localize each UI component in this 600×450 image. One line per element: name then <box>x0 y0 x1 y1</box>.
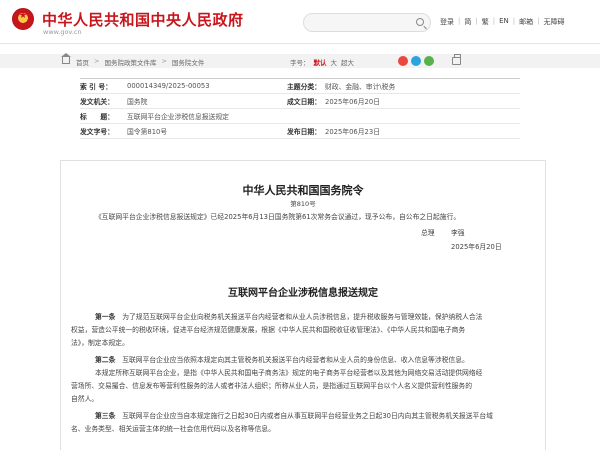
search-box[interactable] <box>303 13 431 32</box>
breadcrumb-policy-library[interactable]: 国务院政策文件库 <box>104 57 156 67</box>
font-size-label: 字号： <box>290 59 310 67</box>
article-3-line: 名、业务类型、相关运营主体的统一社会信用代码以及名称等信息。 <box>71 425 275 433</box>
article-2-line: 互联网平台企业应当依照本规定向其主管税务机关报送平台内经营者和从业人员的身份信息… <box>122 356 469 364</box>
article-3-head: 第三条 <box>95 412 116 420</box>
english-link[interactable]: EN <box>499 17 509 27</box>
accessibility-link[interactable]: 无障碍 <box>543 17 564 27</box>
divider: | <box>475 17 478 25</box>
wechat-share-icon[interactable] <box>424 56 434 66</box>
top-links: 登录 | 简 | 繁 | EN | 邮箱 | 无障碍 <box>440 17 564 27</box>
written-date-label: 成文日期： <box>287 98 321 106</box>
login-link[interactable]: 登录 <box>440 17 454 27</box>
article-2-para-2-line: 自然人。 <box>71 395 99 403</box>
signature-title: 总理 <box>421 229 435 237</box>
breadcrumb-bar: 首页 > 国务院政策文件库 > 国务院文件 字号： 默认 大 超大 <box>0 53 600 68</box>
site-url: www.gov.cn <box>43 28 82 36</box>
publish-date-label: 发布日期： <box>287 128 321 136</box>
meta-row: 发文机关： 国务院 成文日期： 2025年06月20日 <box>80 94 520 109</box>
divider: | <box>512 17 516 25</box>
national-emblem-icon <box>12 8 34 30</box>
signature-date: 2025年6月20日 <box>451 243 502 251</box>
signature-name: 李强 <box>450 229 465 237</box>
title-value: 互联网平台企业涉税信息报送规定 <box>127 113 229 121</box>
simplified-link[interactable]: 简 <box>464 17 471 27</box>
site-title[interactable]: 中华人民共和国中央人民政府 <box>42 9 244 30</box>
search-input[interactable] <box>310 17 410 29</box>
decree-text: 《互联网平台企业涉税信息报送规定》已经2025年6月13日国务院第61次常务会议… <box>95 213 461 221</box>
article-2-para-2-line: 营场所、交易撮合、信息发布等营利性服务的法人或者非法人组织；所称从业人员，是指通… <box>71 382 473 390</box>
qq-share-icon[interactable] <box>411 56 421 66</box>
breadcrumb-arrow-icon: > <box>161 57 167 65</box>
share-buttons <box>398 56 434 66</box>
traditional-link[interactable]: 繁 <box>482 17 489 27</box>
doc-number-value: 国令第810号 <box>127 128 168 136</box>
font-size-switcher: 字号： 默认 大 超大 <box>290 57 354 67</box>
article-1-line: 权益，营造公平统一的税收环境，促进平台经济规范健康发展，根据《中华人民共和国税收… <box>71 326 466 334</box>
issuer-value: 国务院 <box>127 98 148 106</box>
article-2-para-2: 本规定所称互联网平台企业，是指《中华人民共和国电子商务法》规定的电子商务平台经营… <box>71 367 539 406</box>
publish-date-value: 2025年06月23日 <box>325 128 380 136</box>
search-icon[interactable] <box>416 18 424 26</box>
article-1-head: 第一条 <box>95 313 116 321</box>
divider: | <box>492 17 496 25</box>
article-body: 中华人民共和国国务院令 第810号 《互联网平台企业涉税信息报送规定》已经202… <box>60 160 546 450</box>
article-3-line: 互联网平台企业应当自本规定施行之日起30日内或者自从事互联网平台经营业务之日起3… <box>122 412 493 420</box>
index-label: 索 引 号： <box>80 83 112 91</box>
article-2: 第二条 互联网平台企业应当依照本规定向其主管税务机关报送平台内经营者和从业人员的… <box>71 354 539 367</box>
home-icon[interactable] <box>61 53 71 64</box>
category-value: 财政、金融、审计\税务 <box>325 83 396 91</box>
meta-row: 标 题： 互联网平台企业涉税信息报送规定 <box>80 109 520 124</box>
breadcrumb-home[interactable]: 首页 <box>76 57 89 67</box>
font-size-default[interactable]: 默认 <box>314 57 327 67</box>
font-size-large[interactable]: 大 <box>331 57 338 67</box>
written-date-value: 2025年06月20日 <box>325 98 380 106</box>
title-label: 标 题： <box>80 113 114 121</box>
article-1: 第一条 为了规范互联网平台企业向税务机关报送平台内经营者和从业人员涉税信息，提升… <box>71 311 539 350</box>
divider: | <box>537 17 540 25</box>
article-3: 第三条 互联网平台企业应当自本规定施行之日起30日内或者自从事互联网平台经营业务… <box>71 410 539 436</box>
category-label: 主题分类： <box>287 83 321 91</box>
meta-row: 发文字号： 国令第810号 发布日期： 2025年06月23日 <box>80 124 520 139</box>
article-1-line: 为了规范互联网平台企业向税务机关报送平台内经营者和从业人员涉税信息，提升税收服务… <box>122 313 483 321</box>
document-metadata: 索 引 号： 000014349/2025-00053 主题分类： 财政、金融、… <box>80 78 520 139</box>
decree-number: 第810号 <box>290 200 316 208</box>
article-2-head: 第二条 <box>95 356 116 364</box>
print-icon[interactable] <box>452 54 461 65</box>
breadcrumb: 首页 > 国务院政策文件库 > 国务院文件 <box>76 57 204 67</box>
signature: 总理 李强 <box>421 227 465 237</box>
article-2-para-2-line: 本规定所称互联网平台企业，是指《中华人民共和国电子商务法》规定的电子商务平台经营… <box>95 369 483 377</box>
regulation-title: 互联网平台企业涉税信息报送规定 <box>228 288 378 299</box>
mailbox-link[interactable]: 邮箱 <box>519 17 533 27</box>
decree-heading: 中华人民共和国国务院令 <box>242 184 364 197</box>
meta-row: 索 引 号： 000014349/2025-00053 主题分类： 财政、金融、… <box>80 79 520 94</box>
site-header: 中华人民共和国中央人民政府 www.gov.cn 登录 | 简 | 繁 | EN… <box>0 0 600 44</box>
index-value: 000014349/2025-00053 <box>127 82 210 90</box>
doc-number-label: 发文字号： <box>80 128 114 136</box>
font-size-xlarge[interactable]: 超大 <box>341 57 354 67</box>
breadcrumb-state-council-docs[interactable]: 国务院文件 <box>172 57 205 67</box>
article-1-line: 法》，制定本规定。 <box>71 339 129 347</box>
breadcrumb-arrow-icon: > <box>94 57 100 65</box>
divider: | <box>458 17 461 25</box>
weibo-share-icon[interactable] <box>398 56 408 66</box>
issuer-label: 发文机关： <box>80 98 114 106</box>
